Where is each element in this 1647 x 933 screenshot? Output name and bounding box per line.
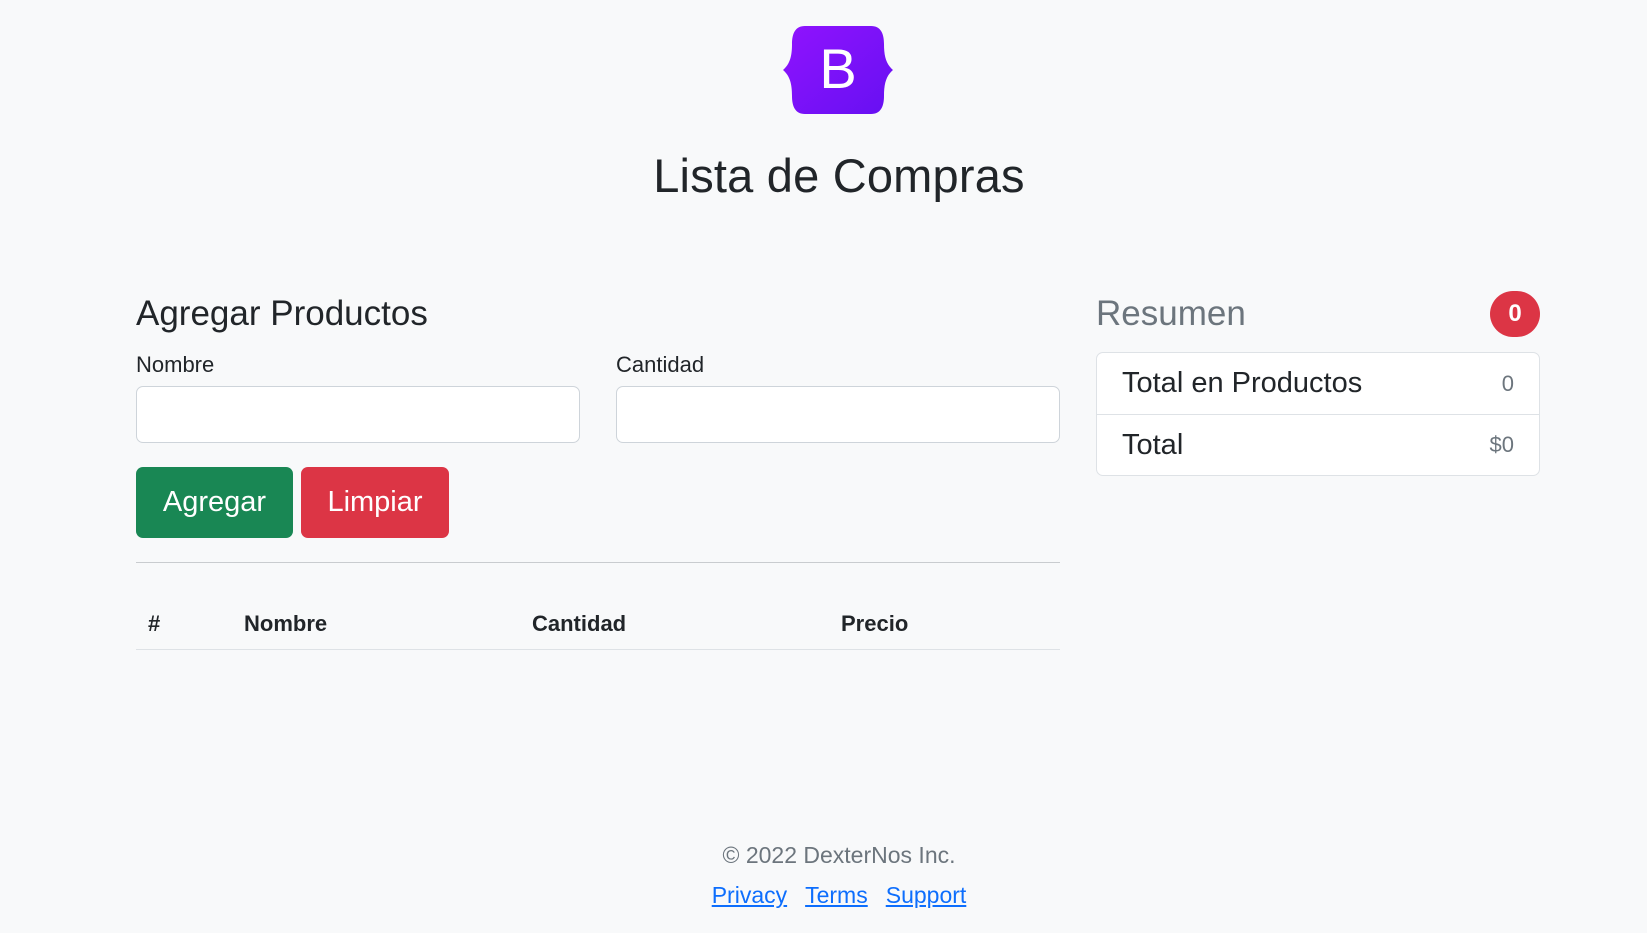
- divider: [136, 562, 1060, 563]
- column-header-precio: Precio: [829, 601, 1060, 650]
- page: B Lista de Compras Agregar Productos Nom…: [0, 0, 1647, 933]
- summary-list: Total en Productos 0 Total $0: [1096, 352, 1540, 476]
- add-products-title: Agregar Productos: [136, 294, 428, 333]
- summary-item-label: Total en Productos: [1122, 367, 1363, 399]
- cantidad-input[interactable]: [616, 386, 1060, 443]
- cantidad-group: Cantidad: [616, 350, 1060, 443]
- copyright-text: © 2022 DexterNos Inc.: [722, 842, 956, 868]
- add-button[interactable]: Agregar: [136, 467, 293, 538]
- summary-header: Resumen 0: [1096, 290, 1540, 338]
- summary-section: Resumen 0 Total en Productos 0 Total $0: [1096, 290, 1540, 476]
- item-count-badge: 0: [1490, 291, 1540, 337]
- cantidad-label: Cantidad: [616, 352, 705, 377]
- products-table: # Nombre Cantidad Precio: [136, 601, 1060, 650]
- column-header-cantidad: Cantidad: [520, 601, 829, 650]
- footer-link-terms[interactable]: Terms: [805, 882, 868, 909]
- footer-link-support[interactable]: Support: [886, 882, 967, 909]
- table-header-row: # Nombre Cantidad Precio: [136, 601, 1060, 650]
- column-header-nombre: Nombre: [232, 601, 520, 650]
- nombre-input[interactable]: [136, 386, 580, 443]
- summary-item-label: Total: [1122, 428, 1184, 461]
- bootstrap-logo-icon: B: [783, 26, 893, 114]
- footer-links: Privacy Terms Support: [0, 882, 1647, 909]
- summary-item-total: Total $0: [1097, 414, 1539, 475]
- column-header-number: #: [136, 601, 232, 650]
- add-products-section: Agregar Productos Nombre Cantidad Agrega…: [136, 290, 1060, 650]
- summary-item-value: $0: [1489, 432, 1514, 457]
- summary-item-value: 0: [1501, 370, 1514, 396]
- nombre-group: Nombre: [136, 350, 580, 443]
- nombre-label: Nombre: [136, 352, 215, 377]
- footer-link-privacy[interactable]: Privacy: [712, 882, 787, 909]
- summary-title: Resumen: [1096, 294, 1246, 333]
- logo-letter: B: [819, 37, 856, 100]
- summary-item-total-productos: Total en Productos 0: [1097, 353, 1539, 414]
- footer: © 2022 DexterNos Inc. Privacy Terms Supp…: [0, 840, 1647, 909]
- form-actions: Agregar Limpiar: [136, 467, 1060, 538]
- form-row: Nombre Cantidad: [136, 350, 1060, 443]
- clear-button[interactable]: Limpiar: [301, 467, 449, 538]
- page-title: Lista de Compras: [653, 149, 1025, 202]
